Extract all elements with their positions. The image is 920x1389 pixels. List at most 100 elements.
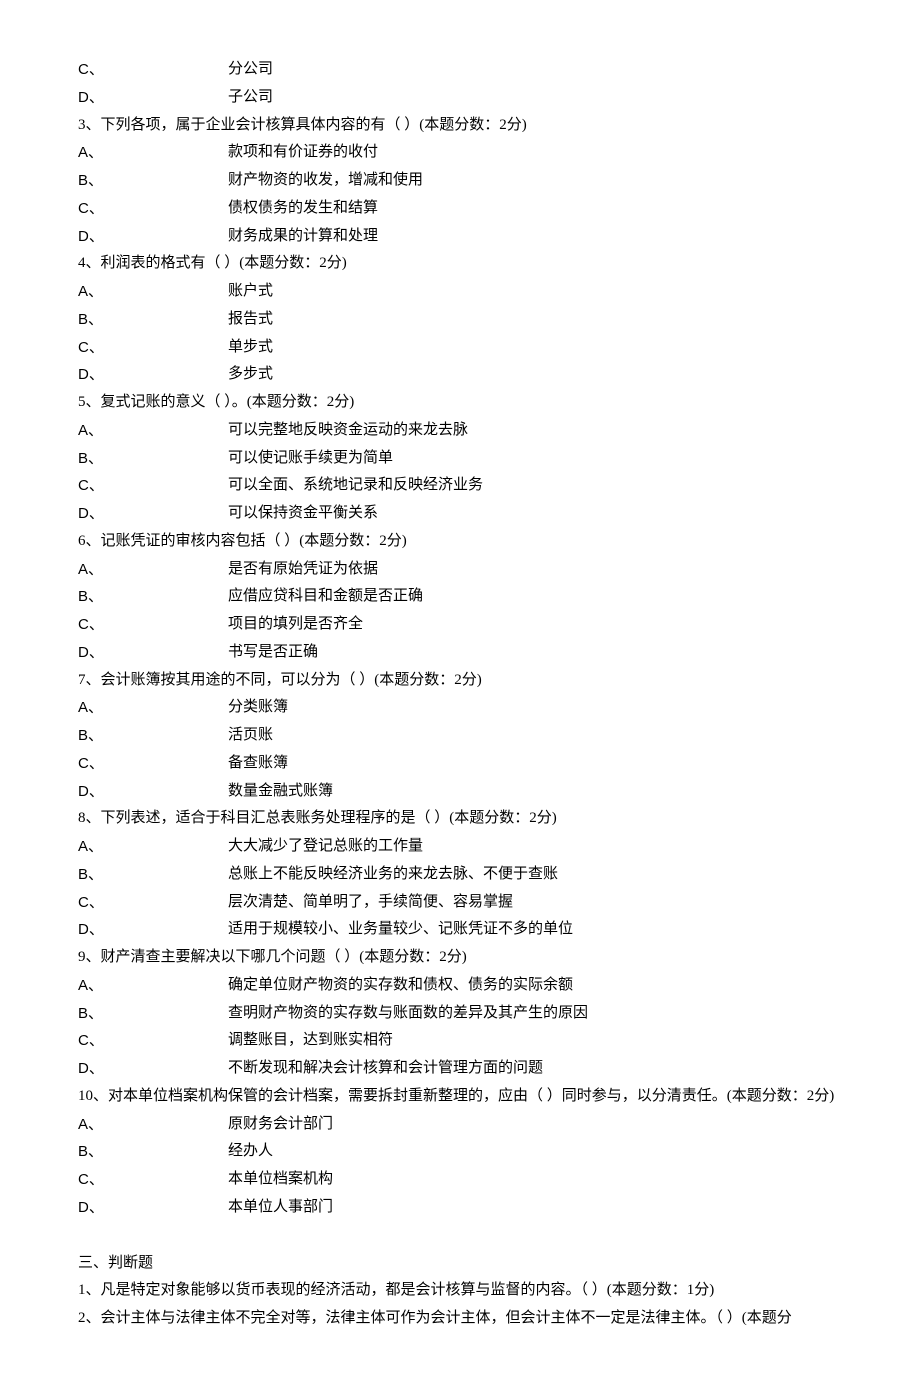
option-letter: B、 — [78, 1000, 228, 1028]
option-row: B、可以使记账手续更为简单 — [78, 445, 842, 473]
option-letter: C、 — [78, 472, 228, 500]
option-letter: D、 — [78, 778, 228, 806]
option-text: 多步式 — [228, 361, 842, 389]
option-row: D、不断发现和解决会计核算和会计管理方面的问题 — [78, 1055, 842, 1083]
option-text: 债权债务的发生和结算 — [228, 195, 842, 223]
option-text: 大大减少了登记总账的工作量 — [228, 833, 842, 861]
option-letter: D、 — [78, 1055, 228, 1083]
option-text: 层次清楚、简单明了，手续简便、容易掌握 — [228, 889, 842, 917]
option-letter: C、 — [78, 56, 228, 84]
option-text: 确定单位财产物资的实存数和债权、债务的实际余额 — [228, 972, 842, 1000]
option-letter: D、 — [78, 361, 228, 389]
option-row: B、经办人 — [78, 1138, 842, 1166]
option-text: 子公司 — [228, 84, 842, 112]
option-row: A、原财务会计部门 — [78, 1111, 842, 1139]
option-text: 总账上不能反映经济业务的来龙去脉、不便于查账 — [228, 861, 842, 889]
option-letter: B、 — [78, 861, 228, 889]
option-row: C、可以全面、系统地记录和反映经济业务 — [78, 472, 842, 500]
option-row: A、款项和有价证券的收付 — [78, 139, 842, 167]
option-text: 可以完整地反映资金运动的来龙去脉 — [228, 417, 842, 445]
option-text: 调整账目，达到账实相符 — [228, 1027, 842, 1055]
option-letter: C、 — [78, 1166, 228, 1194]
option-text: 分公司 — [228, 56, 842, 84]
option-letter: C、 — [78, 750, 228, 778]
option-letter: D、 — [78, 223, 228, 251]
option-text: 适用于规模较小、业务量较少、记账凭证不多的单位 — [228, 916, 842, 944]
question-stem: 4、利润表的格式有（ ）(本题分数：2分) — [78, 250, 842, 278]
option-letter: A、 — [78, 417, 228, 445]
option-text: 数量金融式账簿 — [228, 778, 842, 806]
tf-question: 2、会计主体与法律主体不完全对等，法律主体可作为会计主体，但会计主体不一定是法律… — [78, 1305, 842, 1333]
option-text: 财产物资的收发，增减和使用 — [228, 167, 842, 195]
option-letter: D、 — [78, 639, 228, 667]
option-letter: C、 — [78, 611, 228, 639]
option-row: D、数量金融式账簿 — [78, 778, 842, 806]
document-body: C、分公司D、子公司3、下列各项，属于企业会计核算具体内容的有（ ）(本题分数：… — [78, 56, 842, 1333]
option-text: 活页账 — [228, 722, 842, 750]
option-row: A、分类账簿 — [78, 694, 842, 722]
option-text: 单步式 — [228, 334, 842, 362]
option-row: B、财产物资的收发，增减和使用 — [78, 167, 842, 195]
question-stem: 8、下列表述，适合于科目汇总表账务处理程序的是（ ）(本题分数：2分) — [78, 805, 842, 833]
option-text: 备查账簿 — [228, 750, 842, 778]
option-text: 可以使记账手续更为简单 — [228, 445, 842, 473]
option-row: D、本单位人事部门 — [78, 1194, 842, 1222]
option-text: 账户式 — [228, 278, 842, 306]
option-row: D、多步式 — [78, 361, 842, 389]
option-row: C、本单位档案机构 — [78, 1166, 842, 1194]
option-letter: D、 — [78, 500, 228, 528]
option-row: C、债权债务的发生和结算 — [78, 195, 842, 223]
option-letter: A、 — [78, 833, 228, 861]
option-text: 经办人 — [228, 1138, 842, 1166]
option-row: C、备查账簿 — [78, 750, 842, 778]
option-letter: B、 — [78, 722, 228, 750]
option-text: 分类账簿 — [228, 694, 842, 722]
option-row: B、活页账 — [78, 722, 842, 750]
option-letter: D、 — [78, 84, 228, 112]
option-letter: D、 — [78, 916, 228, 944]
option-text: 本单位档案机构 — [228, 1166, 842, 1194]
question-stem: 9、财产清查主要解决以下哪几个问题（ ）(本题分数：2分) — [78, 944, 842, 972]
option-row: B、应借应贷科目和金额是否正确 — [78, 583, 842, 611]
option-letter: B、 — [78, 445, 228, 473]
option-text: 查明财产物资的实存数与账面数的差异及其产生的原因 — [228, 1000, 842, 1028]
option-letter: C、 — [78, 195, 228, 223]
question-stem: 7、会计账簿按其用途的不同，可以分为（ ）(本题分数：2分) — [78, 667, 842, 695]
option-row: C、调整账目，达到账实相符 — [78, 1027, 842, 1055]
option-letter: A、 — [78, 278, 228, 306]
option-row: D、子公司 — [78, 84, 842, 112]
option-text: 财务成果的计算和处理 — [228, 223, 842, 251]
option-letter: B、 — [78, 1138, 228, 1166]
option-row: A、大大减少了登记总账的工作量 — [78, 833, 842, 861]
option-text: 报告式 — [228, 306, 842, 334]
option-text: 不断发现和解决会计核算和会计管理方面的问题 — [228, 1055, 842, 1083]
option-letter: A、 — [78, 556, 228, 584]
option-row: C、分公司 — [78, 56, 842, 84]
option-letter: B、 — [78, 583, 228, 611]
option-letter: B、 — [78, 306, 228, 334]
option-row: C、单步式 — [78, 334, 842, 362]
question-stem: 10、对本单位档案机构保管的会计档案，需要拆封重新整理的，应由（ ）同时参与，以… — [78, 1083, 842, 1111]
option-letter: C、 — [78, 334, 228, 362]
option-letter: D、 — [78, 1194, 228, 1222]
option-text: 书写是否正确 — [228, 639, 842, 667]
option-text: 项目的填列是否齐全 — [228, 611, 842, 639]
option-row: C、项目的填列是否齐全 — [78, 611, 842, 639]
option-letter: A、 — [78, 694, 228, 722]
option-row: D、可以保持资金平衡关系 — [78, 500, 842, 528]
option-letter: C、 — [78, 1027, 228, 1055]
option-letter: A、 — [78, 1111, 228, 1139]
option-row: A、可以完整地反映资金运动的来龙去脉 — [78, 417, 842, 445]
option-row: D、财务成果的计算和处理 — [78, 223, 842, 251]
option-row: A、确定单位财产物资的实存数和债权、债务的实际余额 — [78, 972, 842, 1000]
question-stem: 6、记账凭证的审核内容包括（ ）(本题分数：2分) — [78, 528, 842, 556]
option-text: 原财务会计部门 — [228, 1111, 842, 1139]
option-text: 可以保持资金平衡关系 — [228, 500, 842, 528]
question-stem: 5、复式记账的意义（ ）。(本题分数：2分) — [78, 389, 842, 417]
tf-question: 1、凡是特定对象能够以货币表现的经济活动，都是会计核算与监督的内容。（ ）(本题… — [78, 1277, 842, 1305]
option-row: D、书写是否正确 — [78, 639, 842, 667]
option-row: B、查明财产物资的实存数与账面数的差异及其产生的原因 — [78, 1000, 842, 1028]
option-row: A、是否有原始凭证为依据 — [78, 556, 842, 584]
option-row: D、适用于规模较小、业务量较少、记账凭证不多的单位 — [78, 916, 842, 944]
option-text: 本单位人事部门 — [228, 1194, 842, 1222]
